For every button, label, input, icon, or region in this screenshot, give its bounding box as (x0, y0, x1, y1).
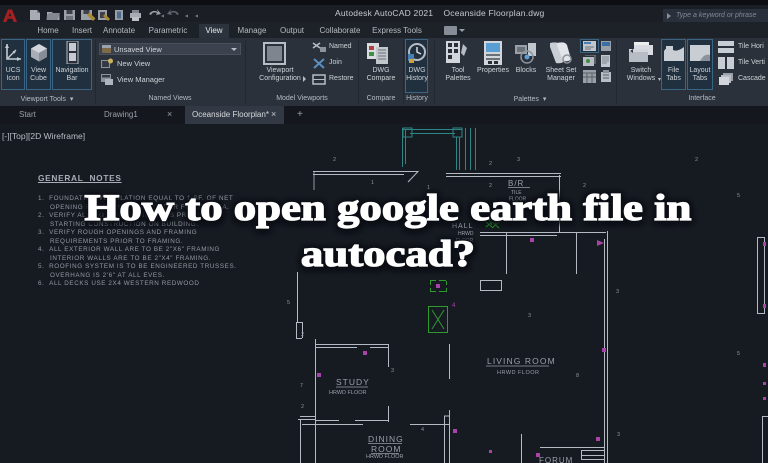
svg-text:HRWD FLOOR: HRWD FLOOR (497, 370, 539, 376)
svg-text:3: 3 (616, 289, 619, 295)
svg-text:DINING: DINING (368, 434, 404, 444)
svg-text:3: 3 (617, 432, 620, 438)
svg-text:5: 5 (737, 351, 740, 357)
svg-text:7: 7 (300, 383, 303, 389)
svg-text:3: 3 (528, 313, 531, 319)
svg-text:HRWD FLOOR: HRWD FLOOR (366, 454, 404, 460)
svg-text:3: 3 (517, 157, 520, 163)
svg-text:2: 2 (333, 157, 336, 163)
svg-text:4: 4 (421, 427, 424, 433)
svg-text:4: 4 (452, 303, 456, 309)
svg-text:LIVING ROOM: LIVING ROOM (487, 356, 556, 366)
svg-text:2: 2 (489, 161, 492, 167)
svg-text:2: 2 (695, 157, 698, 163)
svg-text:STUDY: STUDY (336, 377, 370, 387)
svg-text:5: 5 (287, 300, 290, 306)
svg-text:8: 8 (576, 373, 579, 379)
svg-text:3: 3 (391, 368, 394, 374)
svg-text:2: 2 (301, 332, 304, 338)
svg-text:HRWD FLOOR: HRWD FLOOR (329, 390, 367, 396)
svg-text:FORUM: FORUM (539, 456, 573, 463)
svg-text:2: 2 (301, 404, 304, 410)
svg-text:ROOM: ROOM (371, 444, 401, 454)
